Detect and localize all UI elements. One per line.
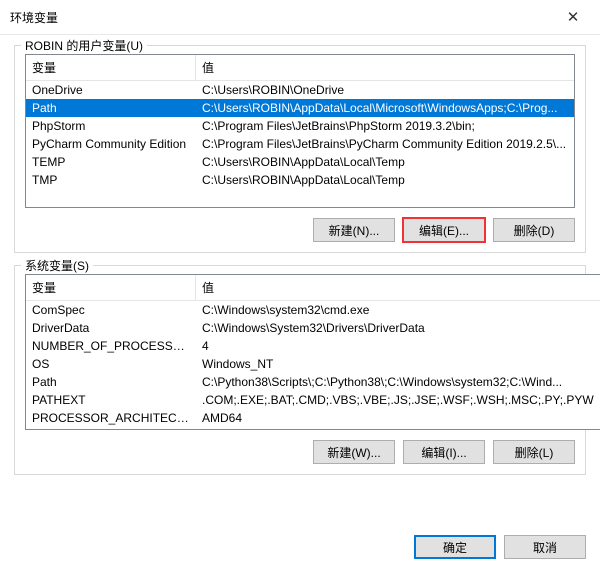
sys-delete-button[interactable]: 删除(L): [493, 440, 575, 464]
user-table-header: 变量 值: [26, 55, 574, 81]
sys-table-header: 变量 值: [26, 275, 600, 301]
cell-var-value: C:\Program Files\JetBrains\PhpStorm 2019…: [196, 117, 574, 135]
cell-var-value: C:\Users\ROBIN\OneDrive: [196, 81, 574, 99]
cell-var-value: C:\Python38\Scripts\;C:\Python38\;C:\Win…: [196, 373, 600, 391]
window-title: 环境变量: [10, 9, 58, 26]
env-vars-dialog: 环境变量 ✕ ROBIN 的用户变量(U) 变量 值 OneDriveC:\Us…: [0, 0, 600, 573]
titlebar: 环境变量 ✕: [0, 0, 600, 35]
cell-var-name: OS: [26, 355, 196, 373]
system-vars-group: 系统变量(S) 变量 值 ComSpecC:\Windows\system32\…: [14, 265, 586, 475]
cell-var-name: ComSpec: [26, 301, 196, 319]
cell-var-name: NUMBER_OF_PROCESSORS: [26, 337, 196, 355]
user-table-body: OneDriveC:\Users\ROBIN\OneDrivePathC:\Us…: [26, 81, 574, 207]
cell-var-name: PROCESSOR_IDENTIFIER: [26, 427, 196, 429]
cell-var-value: C:\Users\ROBIN\AppData\Local\Temp: [196, 153, 574, 171]
cell-var-value: 4: [196, 337, 600, 355]
user-vars-group: ROBIN 的用户变量(U) 变量 值 OneDriveC:\Users\ROB…: [14, 45, 586, 253]
col-head-value[interactable]: 值: [196, 275, 600, 300]
col-head-name[interactable]: 变量: [26, 55, 196, 80]
user-vars-label: ROBIN 的用户变量(U): [21, 37, 147, 54]
close-icon: ✕: [567, 8, 580, 26]
table-row[interactable]: TEMPC:\Users\ROBIN\AppData\Local\Temp: [26, 153, 574, 171]
table-row[interactable]: OneDriveC:\Users\ROBIN\OneDrive: [26, 81, 574, 99]
cell-var-value: C:\Users\ROBIN\AppData\Local\Temp: [196, 171, 574, 189]
cell-var-name: PROCESSOR_ARCHITECTURE: [26, 409, 196, 427]
cell-var-value: C:\Users\ROBIN\AppData\Local\Microsoft\W…: [196, 99, 574, 117]
col-head-name[interactable]: 变量: [26, 275, 196, 300]
table-row[interactable]: PhpStormC:\Program Files\JetBrains\PhpSt…: [26, 117, 574, 135]
user-delete-button[interactable]: 删除(D): [493, 218, 575, 242]
sys-edit-button[interactable]: 编辑(I)...: [403, 440, 485, 464]
user-edit-button[interactable]: 编辑(E)...: [403, 218, 485, 242]
table-row[interactable]: PATHEXT.COM;.EXE;.BAT;.CMD;.VBS;.VBE;.JS…: [26, 391, 600, 409]
system-vars-label: 系统变量(S): [21, 257, 93, 274]
sys-new-button[interactable]: 新建(W)...: [313, 440, 395, 464]
cell-var-value: C:\Windows\system32\cmd.exe: [196, 301, 600, 319]
cell-var-value: C:\Program Files\JetBrains\PyCharm Commu…: [196, 135, 574, 153]
table-row[interactable]: PROCESSOR_IDENTIFIERIntel64 Family 6 Mod…: [26, 427, 600, 429]
table-row[interactable]: PathC:\Python38\Scripts\;C:\Python38\;C:…: [26, 373, 600, 391]
cancel-button[interactable]: 取消: [504, 535, 586, 559]
system-vars-table[interactable]: 变量 值 ComSpecC:\Windows\system32\cmd.exeD…: [25, 274, 600, 430]
system-vars-buttons: 新建(W)... 编辑(I)... 删除(L): [25, 440, 575, 464]
cell-var-value: Windows_NT: [196, 355, 600, 373]
table-row[interactable]: TMPC:\Users\ROBIN\AppData\Local\Temp: [26, 171, 574, 189]
cell-var-value: Intel64 Family 6 Model 142 Stepping 11, …: [196, 427, 600, 429]
cell-var-name: PyCharm Community Edition: [26, 135, 196, 153]
user-vars-table[interactable]: 变量 值 OneDriveC:\Users\ROBIN\OneDrivePath…: [25, 54, 575, 208]
cell-var-value: .COM;.EXE;.BAT;.CMD;.VBS;.VBE;.JS;.JSE;.…: [196, 391, 600, 409]
table-row[interactable]: NUMBER_OF_PROCESSORS4: [26, 337, 600, 355]
cell-var-name: Path: [26, 99, 196, 117]
col-head-value[interactable]: 值: [196, 55, 574, 80]
sys-table-body: ComSpecC:\Windows\system32\cmd.exeDriver…: [26, 301, 600, 429]
cell-var-name: OneDrive: [26, 81, 196, 99]
cell-var-name: TEMP: [26, 153, 196, 171]
table-row[interactable]: DriverDataC:\Windows\System32\Drivers\Dr…: [26, 319, 600, 337]
dialog-footer-buttons: 确定 取消: [0, 527, 600, 573]
system-scroll-wrap: 变量 值 ComSpecC:\Windows\system32\cmd.exeD…: [25, 274, 575, 430]
table-row[interactable]: PathC:\Users\ROBIN\AppData\Local\Microso…: [26, 99, 574, 117]
table-row[interactable]: OSWindows_NT: [26, 355, 600, 373]
dialog-content: ROBIN 的用户变量(U) 变量 值 OneDriveC:\Users\ROB…: [0, 35, 600, 527]
table-row[interactable]: ComSpecC:\Windows\system32\cmd.exe: [26, 301, 600, 319]
cell-var-name: PATHEXT: [26, 391, 196, 409]
cell-var-value: AMD64: [196, 409, 600, 427]
close-button[interactable]: ✕: [554, 6, 592, 28]
cell-var-name: PhpStorm: [26, 117, 196, 135]
cell-var-name: TMP: [26, 171, 196, 189]
cell-var-value: C:\Windows\System32\Drivers\DriverData: [196, 319, 600, 337]
cell-var-name: DriverData: [26, 319, 196, 337]
cell-var-name: Path: [26, 373, 196, 391]
table-row[interactable]: PROCESSOR_ARCHITECTUREAMD64: [26, 409, 600, 427]
ok-button[interactable]: 确定: [414, 535, 496, 559]
table-row[interactable]: PyCharm Community EditionC:\Program File…: [26, 135, 574, 153]
user-vars-buttons: 新建(N)... 编辑(E)... 删除(D): [25, 218, 575, 242]
user-new-button[interactable]: 新建(N)...: [313, 218, 395, 242]
